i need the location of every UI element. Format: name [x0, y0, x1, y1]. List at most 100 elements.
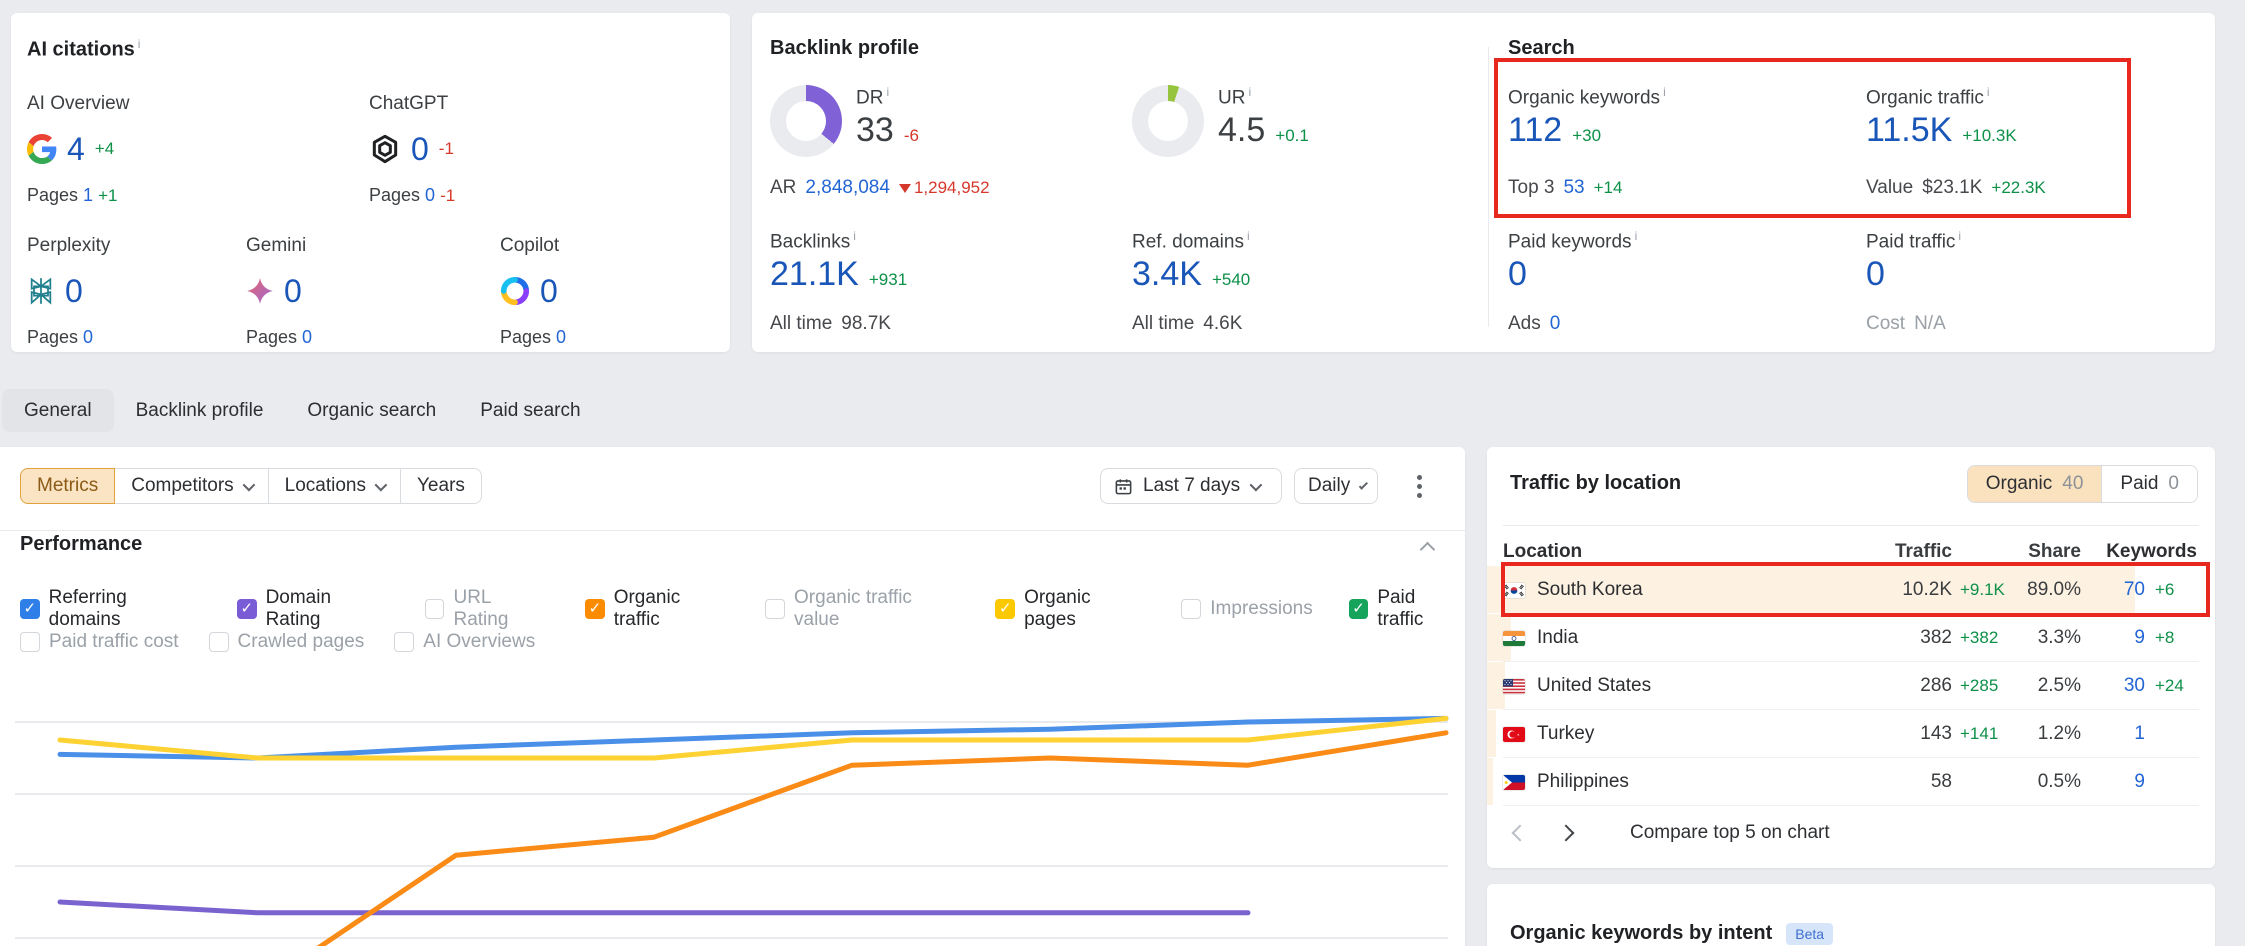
organic-traffic-value[interactable]: 11.5K+10.3K	[1866, 111, 2017, 150]
keywords-value[interactable]: 30	[2081, 675, 2145, 697]
checkbox-label: Domain Rating	[266, 587, 389, 631]
tab-organic-search[interactable]: Organic search	[285, 389, 458, 432]
toggle-organic[interactable]: Organic40	[1968, 466, 2102, 502]
ref-domains-alltime: All time4.6K	[1132, 313, 1242, 335]
keywords-value[interactable]: 9	[2081, 771, 2145, 793]
dr-value: 33-6	[856, 111, 919, 150]
checkbox-paid-traffic[interactable]: Paid traffic	[1349, 587, 1465, 631]
traffic-value: 382	[1857, 627, 1952, 649]
checkbox-organic-traffic-value[interactable]: Organic traffic value	[765, 587, 959, 631]
checkbox-box[interactable]	[765, 599, 785, 619]
location-name: Philippines	[1537, 771, 1857, 793]
ai-citation-gemini: Gemini0Pages 0	[246, 235, 456, 348]
info-icon[interactable]: i	[1247, 229, 1250, 243]
granularity-dropdown[interactable]: Daily	[1294, 468, 1378, 504]
checkbox-box[interactable]	[1181, 599, 1201, 619]
date-range-dropdown[interactable]: Last 7 days	[1100, 468, 1282, 504]
info-icon[interactable]: i	[1987, 85, 1990, 99]
checkbox-label: Paid traffic cost	[49, 631, 179, 653]
location-row-turkey[interactable]: Turkey143+1411.2%1	[1503, 710, 2199, 758]
collapse-section-button[interactable]	[1422, 542, 1433, 560]
paid-traffic-sub: CostN/A	[1866, 313, 1946, 335]
competitors-dropdown[interactable]: Competitors	[114, 468, 268, 504]
tab-backlink-profile[interactable]: Backlink profile	[114, 389, 286, 432]
checkbox-label: AI Overviews	[423, 631, 535, 653]
checkbox-box[interactable]	[209, 632, 229, 652]
ar-row: AR 2,848,084 1,294,952	[770, 177, 990, 199]
backlinks-value[interactable]: 21.1K+931	[770, 255, 907, 294]
checkbox-label: Organic pages	[1024, 587, 1145, 631]
locations-dropdown[interactable]: Locations	[268, 468, 401, 504]
chevron-up-icon	[1420, 542, 1436, 558]
keywords-delta: +6	[2145, 580, 2197, 600]
location-row-south-korea[interactable]: South Korea10.2K+9.1K89.0%70+6	[1503, 566, 2199, 614]
ai-citations-card: AI citationsi AI Overview4+4Pages 1 +1Ch…	[11, 13, 730, 352]
organic-keywords-value[interactable]: 112+30	[1508, 111, 1601, 150]
keywords-value[interactable]: 70	[2081, 579, 2145, 601]
paid-keywords-value[interactable]: 0	[1508, 255, 1527, 294]
checkbox-box[interactable]	[1349, 599, 1369, 619]
tab-paid-search[interactable]: Paid search	[458, 389, 602, 432]
tab-general[interactable]: General	[2, 389, 114, 432]
compare-top5-label: Compare top 5 on chart	[1630, 822, 1830, 844]
checkbox-impressions[interactable]: Impressions	[1181, 598, 1312, 620]
ai-citation-chatgpt: ChatGPT0-1Pages 0 -1	[369, 93, 579, 206]
checkbox-ai-overviews[interactable]: AI Overviews	[394, 631, 535, 653]
location-name: United States	[1537, 675, 1857, 697]
paid-traffic-value[interactable]: 0	[1866, 255, 1885, 294]
checkbox-domain-rating[interactable]: Domain Rating	[237, 587, 389, 631]
paid-traffic-label: Paid traffici	[1866, 229, 1961, 253]
chevron-right-icon[interactable]	[1558, 825, 1575, 842]
checkbox-box[interactable]	[995, 599, 1015, 619]
ai-citations-value[interactable]: 0	[284, 273, 302, 310]
checkbox-crawled-pages[interactable]: Crawled pages	[209, 631, 365, 653]
location-pagination: Compare top 5 on chart	[1514, 822, 1830, 844]
organic-keywords-by-intent-card: Organic keywords by intent Beta	[1487, 884, 2215, 946]
info-icon[interactable]: i	[1663, 85, 1666, 99]
ai-citations-title: AI citationsi	[27, 37, 140, 62]
backlink-profile-title: Backlink profile	[770, 37, 919, 60]
kebab-menu-icon[interactable]	[1406, 473, 1432, 499]
ai-citations-value[interactable]: 0	[65, 273, 83, 310]
info-icon[interactable]: i	[1248, 85, 1251, 99]
ar-value[interactable]: 2,848,084	[805, 177, 890, 199]
info-icon[interactable]: i	[1958, 229, 1961, 243]
location-row-philippines[interactable]: Philippines580.5%9	[1503, 758, 2199, 806]
traffic-delta: +285	[1952, 676, 2012, 696]
ref-domains-value[interactable]: 3.4K+540	[1132, 255, 1250, 294]
chevron-down-icon	[242, 478, 255, 491]
keywords-value[interactable]: 1	[2081, 723, 2145, 745]
checkbox-box[interactable]	[20, 632, 40, 652]
info-icon[interactable]: i	[1635, 229, 1638, 243]
toggle-paid[interactable]: Paid0	[2101, 466, 2197, 502]
checkbox-organic-traffic[interactable]: Organic traffic	[585, 587, 729, 631]
chevron-left-icon[interactable]	[1512, 825, 1529, 842]
share-bar	[1487, 758, 1493, 805]
ai-pages-row: Pages 1 +1	[27, 185, 237, 206]
info-icon[interactable]: i	[886, 85, 889, 99]
checkbox-box[interactable]	[585, 599, 605, 619]
ai-citations-value[interactable]: 4	[67, 131, 85, 168]
checkbox-paid-traffic-cost[interactable]: Paid traffic cost	[20, 631, 179, 653]
checkbox-box[interactable]	[20, 599, 40, 619]
series-domain-rating	[60, 902, 1248, 913]
gemini-icon	[246, 277, 274, 305]
location-row-india[interactable]: India382+3823.3%9+8	[1503, 614, 2199, 662]
checkbox-label: Impressions	[1210, 598, 1312, 620]
checkbox-box[interactable]	[237, 599, 257, 619]
years-button[interactable]: Years	[400, 468, 482, 504]
ai-citations-value[interactable]: 0	[411, 131, 429, 168]
checkbox-box[interactable]	[425, 599, 445, 619]
checkbox-url-rating[interactable]: URL Rating	[425, 587, 549, 631]
checkbox-referring-domains[interactable]: Referring domains	[20, 587, 201, 631]
location-row-united-states[interactable]: United States286+2852.5%30+24	[1503, 662, 2199, 710]
info-icon[interactable]: i	[138, 37, 141, 51]
ur-label: URi	[1218, 85, 1251, 109]
checkbox-box[interactable]	[394, 632, 414, 652]
info-icon[interactable]: i	[853, 229, 856, 243]
keywords-value[interactable]: 9	[2081, 627, 2145, 649]
ai-citations-value[interactable]: 0	[540, 273, 558, 310]
share-value: 0.5%	[2012, 771, 2081, 793]
metrics-button[interactable]: Metrics	[20, 468, 115, 504]
checkbox-organic-pages[interactable]: Organic pages	[995, 587, 1145, 631]
